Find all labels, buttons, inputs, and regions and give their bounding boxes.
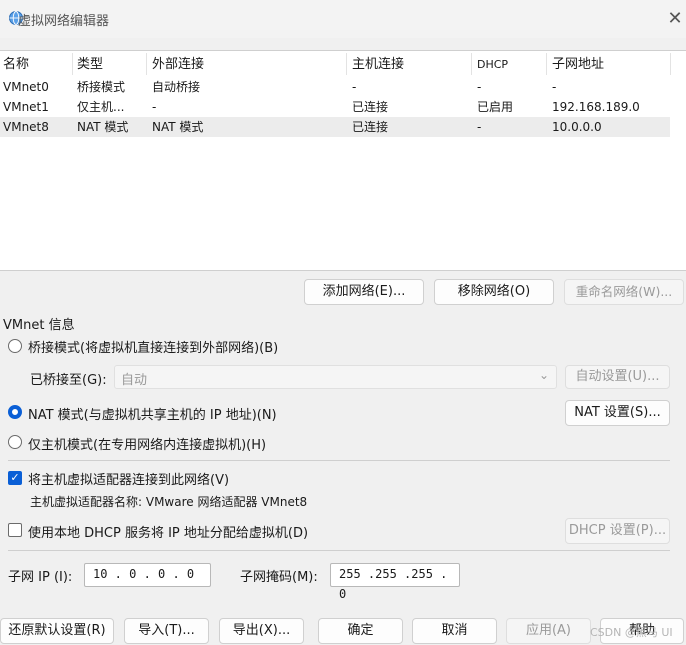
column-header-dhcp[interactable]: DHCP [477,53,508,77]
column-divider[interactable] [146,53,147,75]
table-row-selected[interactable]: VMnet8 NAT 模式 NAT 模式 已连接 - 10.0.0.0 [0,117,670,137]
rename-network-button[interactable]: 重命名网络(W)... [564,279,684,305]
bridged-to-label: 已桥接至(G): [30,373,107,388]
bridged-mode-radio[interactable] [8,339,22,353]
row-external: 自动桥接 [152,80,201,94]
add-network-button[interactable]: 添加网络(E)... [304,279,424,305]
row-host: 已连接 [352,100,389,114]
row-name: VMnet0 [3,80,49,94]
window-title: 虚拟网络编辑器 [18,14,110,29]
row-name: VMnet1 [3,100,49,114]
row-dhcp: - [477,120,482,134]
section-divider [8,460,670,461]
row-type: 仅主机... [77,100,125,114]
nat-mode-radio[interactable] [8,405,22,419]
row-host: - [352,80,357,94]
cancel-button[interactable]: 取消 [412,618,497,644]
bridged-to-select[interactable]: 自动 ⌄ [114,365,557,389]
row-subnet: 10.0.0.0 [552,120,602,134]
dhcp-service-checkbox[interactable] [8,523,22,537]
auto-settings-button[interactable]: 自动设置(U)... [565,365,670,389]
table-row[interactable]: VMnet1 仅主机... - 已连接 已启用 192.168.189.0 [0,97,670,117]
apply-button[interactable]: 应用(A) [506,618,591,644]
host-only-mode-radio[interactable] [8,435,22,449]
row-external: NAT 模式 [152,120,204,134]
chevron-down-icon: ⌄ [539,368,550,382]
row-dhcp: 已启用 [477,100,514,114]
subnet-ip-input[interactable]: 10 . 0 . 0 . 0 [84,563,211,587]
column-header-name[interactable]: 名称 [3,53,29,77]
column-divider[interactable] [670,53,671,75]
subnet-mask-label: 子网掩码(M): [240,570,318,585]
column-divider[interactable] [471,53,472,75]
connect-adapter-label[interactable]: 将主机虚拟适配器连接到此网络(V) [28,469,229,488]
column-divider[interactable] [72,53,73,75]
row-name: VMnet8 [3,120,49,134]
host-only-mode-label[interactable]: 仅主机模式(在专用网络内连接虚拟机)(H) [28,434,266,453]
table-row[interactable]: VMnet0 桥接模式 自动桥接 - - - [0,77,670,97]
section-divider [8,550,670,551]
row-host: 已连接 [352,120,389,134]
row-subnet: - [552,80,557,94]
import-button[interactable]: 导入(T)... [124,618,209,644]
row-subnet: 192.168.189.0 [552,100,640,114]
ok-button[interactable]: 确定 [318,618,403,644]
watermark-text: CSDN @黑马 UI [590,626,673,639]
subnet-ip-label: 子网 IP (I): [8,570,73,585]
column-header-subnet[interactable]: 子网地址 [552,53,604,77]
connect-adapter-checkbox[interactable]: ✓ [8,471,22,485]
column-header-external[interactable]: 外部连接 [152,53,204,77]
bridged-to-value: 自动 [121,373,148,388]
subnet-mask-input[interactable]: 255 .255 .255 . 0 [330,563,460,601]
dhcp-settings-button[interactable]: DHCP 设置(P)... [565,518,670,544]
network-list[interactable]: 名称 类型 外部连接 主机连接 DHCP 子网地址 VMnet0 桥接模式 自动… [0,50,686,271]
close-icon[interactable]: ✕ [664,8,686,30]
row-type: NAT 模式 [77,120,129,134]
row-dhcp: - [477,80,482,94]
column-divider[interactable] [546,53,547,75]
bridged-mode-label[interactable]: 桥接模式(将虚拟机直接连接到外部网络)(B) [28,337,278,356]
nat-settings-button[interactable]: NAT 设置(S)... [565,400,670,426]
row-type: 桥接模式 [77,80,126,94]
vmnet-info-group-label: VMnet 信息 [3,318,75,333]
remove-network-button[interactable]: 移除网络(O) [434,279,554,305]
adapter-name-text: 主机虚拟适配器名称: VMware 网络适配器 VMnet8 [30,495,308,509]
nat-mode-label[interactable]: NAT 模式(与虚拟机共享主机的 IP 地址)(N) [28,404,277,423]
restore-defaults-button[interactable]: 还原默认设置(R) [0,618,114,644]
column-header-type[interactable]: 类型 [77,53,103,77]
export-button[interactable]: 导出(X)... [219,618,304,644]
dhcp-service-label[interactable]: 使用本地 DHCP 服务将 IP 地址分配给虚拟机(D) [28,522,308,541]
column-header-host[interactable]: 主机连接 [352,53,404,77]
column-divider[interactable] [346,53,347,75]
row-external: - [152,100,157,114]
